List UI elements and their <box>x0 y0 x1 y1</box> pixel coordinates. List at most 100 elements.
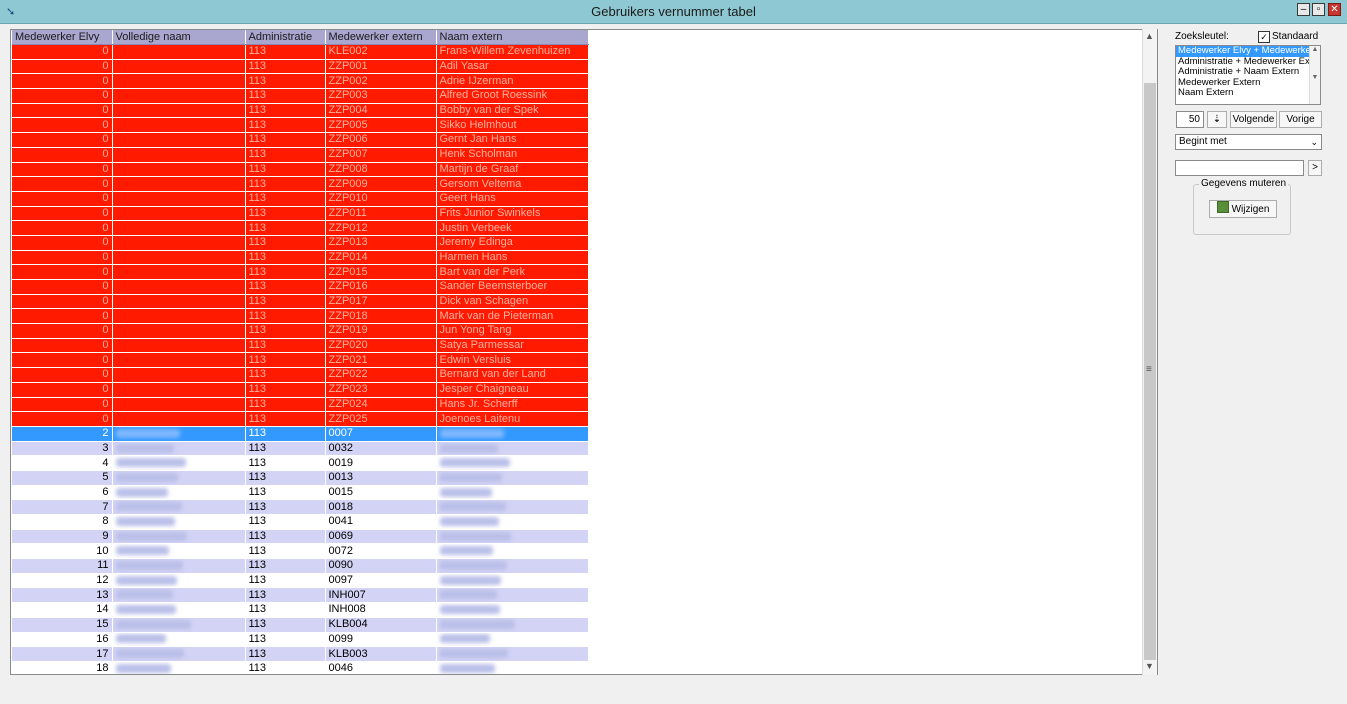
column-header-medewerker-extern[interactable]: Medewerker extern <box>325 30 437 45</box>
cell-naam-extern[interactable] <box>436 661 589 674</box>
cell-volledige-naam[interactable] <box>112 73 246 90</box>
cell-medewerker-elvy[interactable]: 10 <box>12 543 113 560</box>
cell-naam-extern[interactable]: Mark van de Pieterman <box>436 308 589 325</box>
cell-administratie[interactable]: 113 <box>245 529 326 545</box>
cell-medewerker-extern[interactable]: ZZP008 <box>325 162 437 178</box>
table-row[interactable]: 0 113 ZZP007 Henk Scholman <box>12 147 589 163</box>
cell-naam-extern[interactable]: Satya Parmessar <box>436 338 589 354</box>
cell-naam-extern[interactable] <box>436 470 589 486</box>
cell-medewerker-elvy[interactable]: 8 <box>12 514 113 530</box>
column-header-volledige-naam[interactable]: Volledige naam <box>112 30 246 45</box>
cell-medewerker-extern[interactable]: KLE002 <box>325 44 437 60</box>
cell-administratie[interactable]: 113 <box>245 411 326 427</box>
cell-administratie[interactable]: 113 <box>245 499 326 515</box>
table-row[interactable]: 0 113 ZZP004 Bobby van der Spek <box>12 103 589 119</box>
cell-volledige-naam[interactable] <box>112 162 246 178</box>
table-row[interactable]: 2 113 0007 <box>12 426 589 442</box>
close-button[interactable]: ✕ <box>1328 3 1341 16</box>
cell-medewerker-extern[interactable]: 0041 <box>325 514 437 530</box>
cell-medewerker-elvy[interactable]: 6 <box>12 485 113 501</box>
cell-medewerker-elvy[interactable]: 17 <box>12 646 113 662</box>
cell-naam-extern[interactable] <box>436 441 589 457</box>
cell-administratie[interactable]: 113 <box>245 176 326 192</box>
cell-medewerker-elvy[interactable]: 0 <box>12 220 113 236</box>
table-row[interactable]: 3 113 0032 <box>12 441 589 457</box>
cell-medewerker-elvy[interactable]: 0 <box>12 103 113 119</box>
cell-medewerker-elvy[interactable]: 0 <box>12 176 113 192</box>
cell-medewerker-extern[interactable]: ZZP021 <box>325 352 437 369</box>
cell-naam-extern[interactable]: Martijn de Graaf <box>436 162 589 178</box>
cell-medewerker-elvy[interactable]: 0 <box>12 117 113 134</box>
cell-medewerker-elvy[interactable]: 3 <box>12 441 113 457</box>
cell-naam-extern[interactable]: Adil Yasar <box>436 59 589 75</box>
key-option[interactable]: Medewerker Elvy + Medewerker <box>1176 46 1320 57</box>
table-row[interactable]: 0 113 ZZP019 Jun Yong Tang <box>12 323 589 339</box>
cell-medewerker-elvy[interactable]: 0 <box>12 132 113 148</box>
cell-volledige-naam[interactable] <box>112 617 246 633</box>
cell-volledige-naam[interactable] <box>112 88 246 104</box>
cell-administratie[interactable]: 113 <box>245 632 326 648</box>
cell-administratie[interactable]: 113 <box>245 441 326 457</box>
cell-administratie[interactable]: 113 <box>245 220 326 236</box>
table-row[interactable]: 0 113 ZZP009 Gersom Veltema <box>12 176 589 192</box>
cell-volledige-naam[interactable] <box>112 338 246 354</box>
cell-naam-extern[interactable]: Henk Scholman <box>436 147 589 163</box>
cell-medewerker-extern[interactable]: ZZP007 <box>325 147 437 163</box>
cell-naam-extern[interactable]: Bobby van der Spek <box>436 103 589 119</box>
cell-administratie[interactable]: 113 <box>245 514 326 530</box>
cell-medewerker-extern[interactable]: 0015 <box>325 485 437 501</box>
cell-volledige-naam[interactable] <box>112 661 246 674</box>
cell-administratie[interactable]: 113 <box>245 352 326 369</box>
cell-volledige-naam[interactable] <box>112 470 246 486</box>
cell-naam-extern[interactable]: Geert Hans <box>436 191 589 207</box>
cell-naam-extern[interactable]: Frits Junior Swinkels <box>436 206 589 222</box>
table-row[interactable]: 15 113 KLB004 <box>12 617 589 633</box>
cell-volledige-naam[interactable] <box>112 279 246 295</box>
cell-medewerker-extern[interactable]: ZZP020 <box>325 338 437 354</box>
cell-medewerker-elvy[interactable]: 7 <box>12 499 113 515</box>
cell-medewerker-elvy[interactable]: 0 <box>12 294 113 310</box>
sort-arrow-button[interactable]: ⇣ <box>1207 111 1227 128</box>
cell-naam-extern[interactable] <box>436 543 589 560</box>
cell-administratie[interactable]: 113 <box>245 294 326 310</box>
cell-naam-extern[interactable] <box>436 499 589 515</box>
table-row[interactable]: 4 113 0019 <box>12 455 589 471</box>
table-row[interactable]: 0 113 ZZP005 Sikko Helmhout <box>12 117 589 134</box>
cell-administratie[interactable]: 113 <box>245 397 326 413</box>
cell-volledige-naam[interactable] <box>112 411 246 427</box>
cell-volledige-naam[interactable] <box>112 441 246 457</box>
cell-administratie[interactable]: 113 <box>245 250 326 266</box>
search-input[interactable] <box>1175 160 1304 176</box>
cell-naam-extern[interactable] <box>436 602 589 618</box>
cell-medewerker-elvy[interactable]: 0 <box>12 367 113 383</box>
cell-administratie[interactable]: 113 <box>245 646 326 662</box>
cell-administratie[interactable]: 113 <box>245 470 326 486</box>
cell-volledige-naam[interactable] <box>112 485 246 501</box>
cell-naam-extern[interactable] <box>436 573 589 589</box>
cell-medewerker-elvy[interactable]: 0 <box>12 411 113 427</box>
cell-medewerker-elvy[interactable]: 0 <box>12 44 113 60</box>
cell-medewerker-extern[interactable]: ZZP023 <box>325 382 437 398</box>
table-row[interactable]: 8 113 0041 <box>12 514 589 530</box>
cell-administratie[interactable]: 113 <box>245 44 326 60</box>
table-row[interactable]: 0 113 ZZP011 Frits Junior Swinkels <box>12 206 589 222</box>
cell-volledige-naam[interactable] <box>112 308 246 325</box>
table-row[interactable]: 0 113 ZZP021 Edwin Versluis <box>12 352 589 369</box>
cell-medewerker-extern[interactable]: ZZP002 <box>325 73 437 90</box>
cell-medewerker-extern[interactable]: ZZP012 <box>325 220 437 236</box>
data-grid[interactable]: Medewerker Elvy Volledige naam Administr… <box>10 29 1158 675</box>
scroll-up-icon[interactable]: ▲ <box>1145 31 1154 41</box>
cell-naam-extern[interactable]: Jeremy Edinga <box>436 235 589 251</box>
grid-vertical-scrollbar[interactable]: ▲ ≡ ▼ <box>1142 29 1157 675</box>
cell-administratie[interactable]: 113 <box>245 485 326 501</box>
table-row[interactable]: 0 113 ZZP016 Sander Beemsterboer <box>12 279 589 295</box>
cell-medewerker-elvy[interactable]: 0 <box>12 59 113 75</box>
cell-medewerker-elvy[interactable]: 0 <box>12 323 113 339</box>
cell-medewerker-extern[interactable]: ZZP001 <box>325 59 437 75</box>
cell-volledige-naam[interactable] <box>112 103 246 119</box>
cell-medewerker-extern[interactable]: ZZP009 <box>325 176 437 192</box>
cell-administratie[interactable]: 113 <box>245 323 326 339</box>
cell-naam-extern[interactable]: Harmen Hans <box>436 250 589 266</box>
table-row[interactable]: 0 113 ZZP015 Bart van der Perk <box>12 264 589 280</box>
cell-naam-extern[interactable] <box>436 514 589 530</box>
